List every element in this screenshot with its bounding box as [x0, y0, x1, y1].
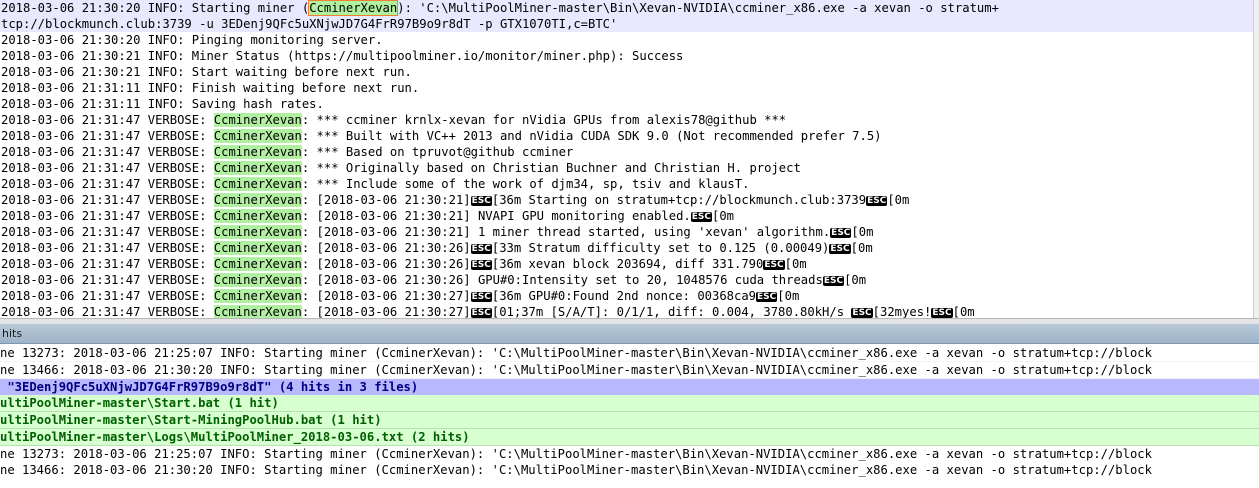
log-line-prefix: 2018-03-06 21:30:20 INFO: Starting miner… [1, 1, 310, 15]
highlighted-miner-name: CcminerXevan [213, 129, 302, 143]
log-line-prefix: 2018-03-06 21:31:11 INFO: Saving hash ra… [1, 97, 324, 111]
log-line[interactable]: 2018-03-06 21:31:47 VERBOSE: CcminerXeva… [0, 256, 1254, 272]
highlighted-miner-name: CcminerXevan [213, 225, 302, 239]
result-file-row[interactable]: ultiPoolMiner-master\Start.bat (1 hit) [0, 395, 1259, 412]
highlighted-miner-name: CcminerXevan [213, 305, 302, 318]
result-hit-line[interactable]: ne 13273: 2018-03-06 21:25:07 INFO: Star… [0, 446, 1259, 462]
escape-control-glyph: ESC [931, 308, 953, 318]
escape-control-glyph: ESC [763, 260, 785, 270]
log-line[interactable]: 2018-03-06 21:31:47 VERBOSE: CcminerXeva… [0, 144, 1254, 160]
log-line-message: -u 3EDenj9QFc5uXNjwJD7G4FrR97B9o9r8dT -p… [191, 17, 618, 31]
editor-vertical-scrollbar[interactable] [1253, 0, 1259, 318]
escape-control-glyph: ESC [822, 276, 845, 286]
log-line[interactable]: 2018-03-06 21:31:47 VERBOSE: CcminerXeva… [0, 128, 1254, 144]
escape-control-glyph: ESC [470, 260, 492, 270]
log-line-prefix: 2018-03-06 21:31:47 VERBOSE: [1, 273, 214, 287]
log-line[interactable]: 2018-03-06 21:31:47 VERBOSE: CcminerXeva… [0, 224, 1254, 240]
log-line[interactable]: 2018-03-06 21:31:47 VERBOSE: CcminerXeva… [0, 192, 1254, 208]
escape-control-glyph: ESC [470, 196, 492, 206]
log-line-prefix: 2018-03-06 21:31:47 VERBOSE: [1, 145, 214, 159]
search-summary-row[interactable]: "3EDenj9QFc5uXNjwJD7G4FrR97B9o9r8dT" (4 … [0, 379, 1259, 395]
log-line[interactable]: 2018-03-06 21:31:11 INFO: Finish waiting… [0, 80, 1254, 96]
escape-control-glyph: ESC [756, 292, 778, 302]
escape-control-glyph: ESC [829, 244, 851, 254]
log-line[interactable]: 2018-03-06 21:31:47 VERBOSE: CcminerXeva… [0, 112, 1254, 128]
highlighted-miner-name: CcminerXevan [213, 161, 302, 175]
log-line-prefix: 2018-03-06 21:31:47 VERBOSE: [1, 257, 214, 271]
log-line-message: : [2018-03-06 21:30:27]ESC[36m GPU#0:Fou… [301, 289, 800, 303]
highlighted-miner-name: CcminerXevan [213, 177, 302, 191]
log-line[interactable]: 2018-03-06 21:30:20 INFO: Starting miner… [0, 0, 1254, 16]
search-results-list[interactable]: ne 13273: 2018-03-06 21:25:07 INFO: Star… [0, 345, 1259, 488]
log-line[interactable]: 2018-03-06 21:31:47 VERBOSE: CcminerXeva… [0, 160, 1254, 176]
escape-control-glyph: ESC [470, 292, 492, 302]
log-line-prefix: 2018-03-06 21:31:47 VERBOSE: [1, 305, 214, 318]
escape-control-glyph: ESC [470, 244, 492, 254]
log-line-message: : [2018-03-06 21:30:26]ESC[36m xevan blo… [301, 257, 807, 271]
log-line-message: https://multipoolminer.io/monitor/miner.… [294, 49, 684, 63]
log-line-prefix: 2018-03-06 21:31:47 VERBOSE: [1, 161, 214, 175]
log-line-message: : *** Built with VC++ 2013 and nVidia CU… [301, 129, 882, 143]
log-line-message: : [2018-03-06 21:30:27]ESC[01;37m [S/A/T… [301, 305, 975, 318]
log-line[interactable]: 2018-03-06 21:31:47 VERBOSE: CcminerXeva… [0, 304, 1254, 318]
log-line-message: : [2018-03-06 21:30:21] 1 miner thread s… [301, 225, 874, 239]
log-line[interactable]: 2018-03-06 21:31:47 VERBOSE: CcminerXeva… [0, 288, 1254, 304]
log-line-message: : [2018-03-06 21:30:26]ESC[33m Stratum d… [301, 241, 873, 255]
highlighted-miner-name: CcminerXevan [213, 193, 302, 207]
log-line[interactable]: 2018-03-06 21:30:21 INFO: Start waiting … [0, 64, 1254, 80]
highlighted-miner-name: CcminerXevan [213, 241, 302, 255]
highlighted-miner-name: CcminerXevan [308, 0, 399, 16]
log-line-prefix: 2018-03-06 21:31:47 VERBOSE: [1, 129, 214, 143]
log-line-message: : *** ccminer krnlx-xevan for nVidia GPU… [301, 113, 787, 127]
highlighted-miner-name: CcminerXevan [213, 273, 302, 287]
log-line-prefix: 2018-03-06 21:31:11 INFO: Finish waiting… [1, 81, 420, 95]
log-line-message: : *** Originally based on Christian Buch… [301, 161, 801, 175]
result-file-row[interactable]: ultiPoolMiner-master\Logs\MultiPoolMiner… [0, 429, 1259, 446]
search-results-header: hits [0, 324, 1259, 344]
escape-control-glyph: ESC [690, 212, 712, 222]
log-line-prefix: 2018-03-06 21:31:47 VERBOSE: [1, 193, 214, 207]
escape-control-glyph: ESC [851, 308, 873, 318]
highlighted-miner-name: CcminerXevan [213, 113, 302, 127]
log-line[interactable]: 2018-03-06 21:31:47 VERBOSE: CcminerXeva… [0, 208, 1254, 224]
highlighted-miner-name: CcminerXevan [213, 289, 302, 303]
log-line-prefix: 2018-03-06 21:31:47 VERBOSE: [1, 225, 214, 239]
log-line[interactable]: tcp://blockmunch.club:3739 -u 3EDenj9QFc… [0, 16, 1254, 32]
result-line[interactable]: ne 13466: 2018-03-06 21:30:20 INFO: Star… [0, 362, 1259, 379]
log-line-prefix: 2018-03-06 21:31:47 VERBOSE: [1, 113, 214, 127]
highlighted-miner-name: CcminerXevan [213, 145, 302, 159]
log-line[interactable]: 2018-03-06 21:31:47 VERBOSE: CcminerXeva… [0, 176, 1254, 192]
log-line[interactable]: 2018-03-06 21:31:47 VERBOSE: CcminerXeva… [0, 240, 1254, 256]
log-line-message: : *** Include some of the work of djm34,… [301, 177, 750, 191]
escape-control-glyph: ESC [470, 308, 492, 318]
highlighted-miner-name: CcminerXevan [213, 209, 302, 223]
log-line-message: : *** Based on tpruvot@github ccminer [301, 145, 574, 159]
log-line-prefix: 2018-03-06 21:30:21 INFO: Start waiting … [1, 65, 412, 79]
log-line[interactable]: 2018-03-06 21:31:47 VERBOSE: CcminerXeva… [0, 272, 1254, 288]
log-line-prefix: 2018-03-06 21:31:47 VERBOSE: [1, 241, 214, 255]
log-line-prefix: 2018-03-06 21:31:47 VERBOSE: [1, 177, 214, 191]
log-line-message: : [2018-03-06 21:30:26] GPU#0:Intensity … [301, 273, 867, 287]
log-line[interactable]: 2018-03-06 21:30:21 INFO: Miner Status (… [0, 48, 1254, 64]
escape-control-glyph: ESC [866, 196, 888, 206]
log-line-prefix: 2018-03-06 21:30:21 INFO: Miner Status ( [1, 49, 295, 63]
log-line-message: : [2018-03-06 21:30:21] NVAPI GPU monito… [301, 209, 735, 223]
escape-control-glyph: ESC [830, 228, 852, 238]
log-line-prefix: 2018-03-06 21:31:47 VERBOSE: [1, 209, 214, 223]
log-line[interactable]: 2018-03-06 21:31:11 INFO: Saving hash ra… [0, 96, 1254, 112]
log-line-prefix: tcp://blockmunch.club:3739 [1, 17, 192, 31]
log-line-prefix: 2018-03-06 21:30:20 INFO: Pinging monito… [1, 33, 383, 47]
log-line[interactable]: 2018-03-06 21:30:20 INFO: Pinging monito… [0, 32, 1254, 48]
log-line-prefix: 2018-03-06 21:31:47 VERBOSE: [1, 289, 214, 303]
result-hit-line[interactable]: ne 13466: 2018-03-06 21:30:20 INFO: Star… [0, 462, 1259, 478]
highlighted-miner-name: CcminerXevan [213, 257, 302, 271]
result-line[interactable]: ne 13273: 2018-03-06 21:25:07 INFO: Star… [0, 345, 1259, 362]
log-line-message: : [2018-03-06 21:30:21]ESC[36m Starting … [301, 193, 910, 207]
result-file-row[interactable]: ultiPoolMiner-master\Start-MiningPoolHub… [0, 412, 1259, 429]
log-editor[interactable]: 2018-03-06 21:30:20 INFO: Starting miner… [0, 0, 1254, 318]
search-results-title: hits [2, 327, 23, 340]
log-line-message: ): 'C:\MultiPoolMiner-master\Bin\Xevan-N… [397, 1, 999, 15]
